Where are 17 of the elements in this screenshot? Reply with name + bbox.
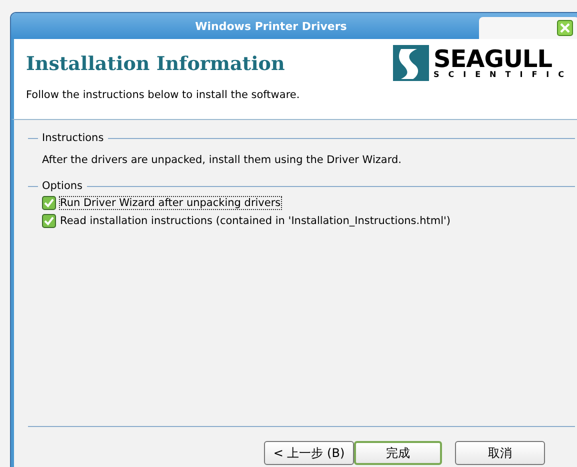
back-button[interactable]: < 上一步 (B) [264, 441, 354, 465]
logo-icon [393, 45, 430, 81]
logo-tagline: SCIENTIFIC [433, 71, 573, 79]
finish-button[interactable]: 完成 [354, 441, 442, 465]
group-heading: Options [42, 180, 83, 192]
logo-name: SEAGULL [433, 47, 552, 71]
checkbox[interactable] [42, 196, 56, 210]
group-heading: Instructions [42, 132, 104, 144]
cancel-button[interactable]: 取消 [455, 441, 545, 465]
checkbox-label[interactable]: Run Driver Wizard after unpacking drivers [59, 196, 282, 210]
close-icon[interactable] [557, 20, 573, 36]
checkbox-label[interactable]: Read installation instructions (contained in 'Installation_Instructions.html') [59, 214, 452, 228]
instruction-text: After the drivers are unpacked, install them using the Driver Wizard. [42, 154, 402, 166]
checkbox[interactable] [42, 214, 56, 228]
window-title: Windows Printer Drivers [194, 20, 348, 32]
page-subtitle: Follow the instructions below to install the software. [26, 89, 301, 101]
page-title: Installation Information [26, 53, 285, 75]
